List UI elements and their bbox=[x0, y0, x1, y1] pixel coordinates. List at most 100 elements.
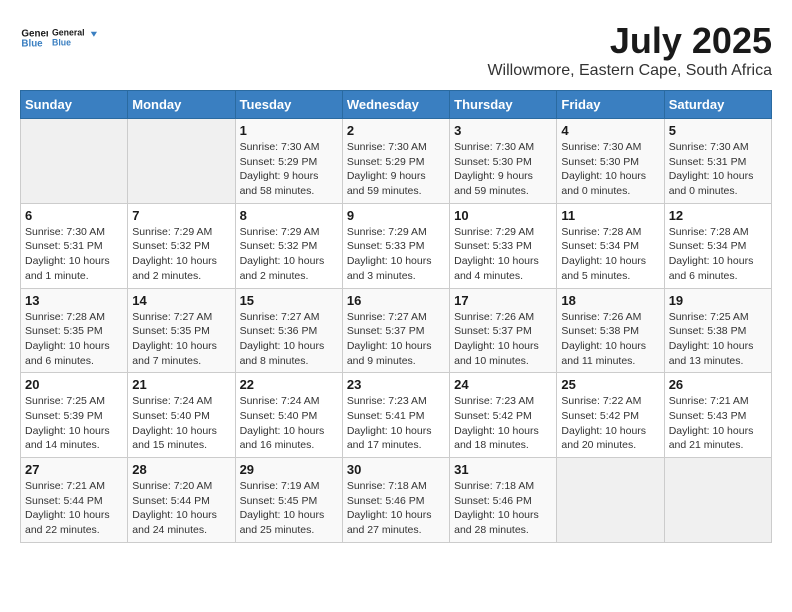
day-info: Sunrise: 7:29 AMSunset: 5:32 PMDaylight:… bbox=[240, 225, 338, 284]
header-day-wednesday: Wednesday bbox=[342, 91, 449, 119]
month-year-title: July 2025 bbox=[487, 20, 772, 62]
header: General Blue General Blue July 2025 Will… bbox=[20, 20, 772, 80]
day-info: Sunrise: 7:25 AMSunset: 5:38 PMDaylight:… bbox=[669, 310, 767, 369]
day-number: 23 bbox=[347, 377, 445, 392]
calendar-cell: 17 Sunrise: 7:26 AMSunset: 5:37 PMDayligh… bbox=[450, 288, 557, 373]
day-info: Sunrise: 7:18 AMSunset: 5:46 PMDaylight:… bbox=[454, 479, 552, 538]
logo-svg: General Blue bbox=[52, 20, 102, 56]
day-info: Sunrise: 7:30 AMSunset: 5:31 PMDaylight:… bbox=[25, 225, 123, 284]
day-info: Sunrise: 7:30 AMSunset: 5:29 PMDaylight:… bbox=[347, 140, 445, 199]
day-info: Sunrise: 7:23 AMSunset: 5:41 PMDaylight:… bbox=[347, 394, 445, 453]
day-number: 25 bbox=[561, 377, 659, 392]
calendar-cell: 20 Sunrise: 7:25 AMSunset: 5:39 PMDayligh… bbox=[21, 373, 128, 458]
day-number: 2 bbox=[347, 123, 445, 138]
day-number: 24 bbox=[454, 377, 552, 392]
day-info: Sunrise: 7:27 AMSunset: 5:36 PMDaylight:… bbox=[240, 310, 338, 369]
calendar-cell: 16 Sunrise: 7:27 AMSunset: 5:37 PMDayligh… bbox=[342, 288, 449, 373]
day-number: 31 bbox=[454, 462, 552, 477]
header-day-monday: Monday bbox=[128, 91, 235, 119]
day-number: 9 bbox=[347, 208, 445, 223]
calendar-cell: 25 Sunrise: 7:22 AMSunset: 5:42 PMDayligh… bbox=[557, 373, 664, 458]
calendar-cell: 12Sunrise: 7:28 AMSunset: 5:34 PMDayligh… bbox=[664, 203, 771, 288]
day-info: Sunrise: 7:26 AMSunset: 5:37 PMDaylight:… bbox=[454, 310, 552, 369]
day-info: Sunrise: 7:30 AMSunset: 5:30 PMDaylight:… bbox=[561, 140, 659, 199]
calendar-cell: 26Sunrise: 7:21 AMSunset: 5:43 PMDayligh… bbox=[664, 373, 771, 458]
day-info: Sunrise: 7:26 AMSunset: 5:38 PMDaylight:… bbox=[561, 310, 659, 369]
calendar-cell: 11Sunrise: 7:28 AMSunset: 5:34 PMDayligh… bbox=[557, 203, 664, 288]
day-number: 22 bbox=[240, 377, 338, 392]
calendar-cell: 24 Sunrise: 7:23 AMSunset: 5:42 PMDayligh… bbox=[450, 373, 557, 458]
calendar-cell: 31 Sunrise: 7:18 AMSunset: 5:46 PMDayligh… bbox=[450, 458, 557, 543]
calendar-table: SundayMondayTuesdayWednesdayThursdayFrid… bbox=[20, 90, 772, 543]
day-number: 7 bbox=[132, 208, 230, 223]
svg-text:Blue: Blue bbox=[52, 38, 71, 48]
header-day-thursday: Thursday bbox=[450, 91, 557, 119]
calendar-cell: 1Sunrise: 7:30 AMSunset: 5:29 PMDaylight… bbox=[235, 119, 342, 204]
day-number: 27 bbox=[25, 462, 123, 477]
day-info: Sunrise: 7:30 AMSunset: 5:30 PMDaylight:… bbox=[454, 140, 552, 199]
day-number: 26 bbox=[669, 377, 767, 392]
day-number: 4 bbox=[561, 123, 659, 138]
day-number: 11 bbox=[561, 208, 659, 223]
header-day-saturday: Saturday bbox=[664, 91, 771, 119]
svg-text:Blue: Blue bbox=[21, 38, 43, 49]
day-info: Sunrise: 7:24 AMSunset: 5:40 PMDaylight:… bbox=[240, 394, 338, 453]
day-info: Sunrise: 7:20 AMSunset: 5:44 PMDaylight:… bbox=[132, 479, 230, 538]
header-day-sunday: Sunday bbox=[21, 91, 128, 119]
day-info: Sunrise: 7:29 AMSunset: 5:33 PMDaylight:… bbox=[347, 225, 445, 284]
calendar-week-row: 1 Sunrise: 7:30 AMSunset: 5:29 PMDaylight… bbox=[21, 119, 772, 204]
day-number: 1 bbox=[240, 123, 338, 138]
svg-text:General: General bbox=[52, 28, 85, 38]
day-number: 14 bbox=[132, 293, 230, 308]
day-number: 20 bbox=[25, 377, 123, 392]
calendar-cell: 3Sunrise: 7:30 AMSunset: 5:30 PMDaylight… bbox=[450, 119, 557, 204]
day-number: 15 bbox=[240, 293, 338, 308]
day-info: Sunrise: 7:25 AMSunset: 5:39 PMDaylight:… bbox=[25, 394, 123, 453]
day-number: 10 bbox=[454, 208, 552, 223]
day-number: 21 bbox=[132, 377, 230, 392]
day-info: Sunrise: 7:21 AMSunset: 5:44 PMDaylight:… bbox=[25, 479, 123, 538]
day-info: Sunrise: 7:22 AMSunset: 5:42 PMDaylight:… bbox=[561, 394, 659, 453]
day-info: Sunrise: 7:19 AMSunset: 5:45 PMDaylight:… bbox=[240, 479, 338, 538]
calendar-cell bbox=[664, 458, 771, 543]
calendar-week-row: 20 Sunrise: 7:25 AMSunset: 5:39 PMDayligh… bbox=[21, 373, 772, 458]
calendar-cell: 30Sunrise: 7:18 AMSunset: 5:46 PMDayligh… bbox=[342, 458, 449, 543]
day-number: 17 bbox=[454, 293, 552, 308]
calendar-cell: 2 Sunrise: 7:30 AMSunset: 5:29 PMDaylight… bbox=[342, 119, 449, 204]
logo: General Blue General Blue bbox=[20, 20, 102, 56]
calendar-cell: 10 Sunrise: 7:29 AMSunset: 5:33 PMDayligh… bbox=[450, 203, 557, 288]
calendar-week-row: 13Sunrise: 7:28 AMSunset: 5:35 PMDayligh… bbox=[21, 288, 772, 373]
day-info: Sunrise: 7:27 AMSunset: 5:35 PMDaylight:… bbox=[132, 310, 230, 369]
calendar-cell: 6Sunrise: 7:30 AMSunset: 5:31 PMDaylight… bbox=[21, 203, 128, 288]
day-number: 30 bbox=[347, 462, 445, 477]
location-subtitle: Willowmore, Eastern Cape, South Africa bbox=[487, 62, 772, 80]
day-info: Sunrise: 7:29 AMSunset: 5:32 PMDaylight:… bbox=[132, 225, 230, 284]
calendar-cell: 14 Sunrise: 7:27 AMSunset: 5:35 PMDayligh… bbox=[128, 288, 235, 373]
calendar-cell: 4 Sunrise: 7:30 AMSunset: 5:30 PMDaylight… bbox=[557, 119, 664, 204]
day-number: 28 bbox=[132, 462, 230, 477]
calendar-cell: 23 Sunrise: 7:23 AMSunset: 5:41 PMDayligh… bbox=[342, 373, 449, 458]
day-number: 16 bbox=[347, 293, 445, 308]
calendar-cell: 5Sunrise: 7:30 AMSunset: 5:31 PMDaylight… bbox=[664, 119, 771, 204]
day-info: Sunrise: 7:23 AMSunset: 5:42 PMDaylight:… bbox=[454, 394, 552, 453]
calendar-cell: 7 Sunrise: 7:29 AMSunset: 5:32 PMDaylight… bbox=[128, 203, 235, 288]
day-info: Sunrise: 7:30 AMSunset: 5:31 PMDaylight:… bbox=[669, 140, 767, 199]
calendar-week-row: 27 Sunrise: 7:21 AMSunset: 5:44 PMDayligh… bbox=[21, 458, 772, 543]
calendar-cell: 8 Sunrise: 7:29 AMSunset: 5:32 PMDaylight… bbox=[235, 203, 342, 288]
calendar-cell: 19Sunrise: 7:25 AMSunset: 5:38 PMDayligh… bbox=[664, 288, 771, 373]
calendar-cell: 15 Sunrise: 7:27 AMSunset: 5:36 PMDayligh… bbox=[235, 288, 342, 373]
day-info: Sunrise: 7:29 AMSunset: 5:33 PMDaylight:… bbox=[454, 225, 552, 284]
day-number: 18 bbox=[561, 293, 659, 308]
day-info: Sunrise: 7:28 AMSunset: 5:35 PMDaylight:… bbox=[25, 310, 123, 369]
day-info: Sunrise: 7:24 AMSunset: 5:40 PMDaylight:… bbox=[132, 394, 230, 453]
day-info: Sunrise: 7:28 AMSunset: 5:34 PMDaylight:… bbox=[669, 225, 767, 284]
calendar-cell: 29Sunrise: 7:19 AMSunset: 5:45 PMDayligh… bbox=[235, 458, 342, 543]
title-area: July 2025 Willowmore, Eastern Cape, Sout… bbox=[487, 20, 772, 80]
day-info: Sunrise: 7:27 AMSunset: 5:37 PMDaylight:… bbox=[347, 310, 445, 369]
header-day-friday: Friday bbox=[557, 91, 664, 119]
calendar-cell bbox=[21, 119, 128, 204]
day-number: 8 bbox=[240, 208, 338, 223]
calendar-cell bbox=[128, 119, 235, 204]
calendar-cell: 28 Sunrise: 7:20 AMSunset: 5:44 PMDayligh… bbox=[128, 458, 235, 543]
logo-icon: General Blue bbox=[20, 24, 48, 52]
